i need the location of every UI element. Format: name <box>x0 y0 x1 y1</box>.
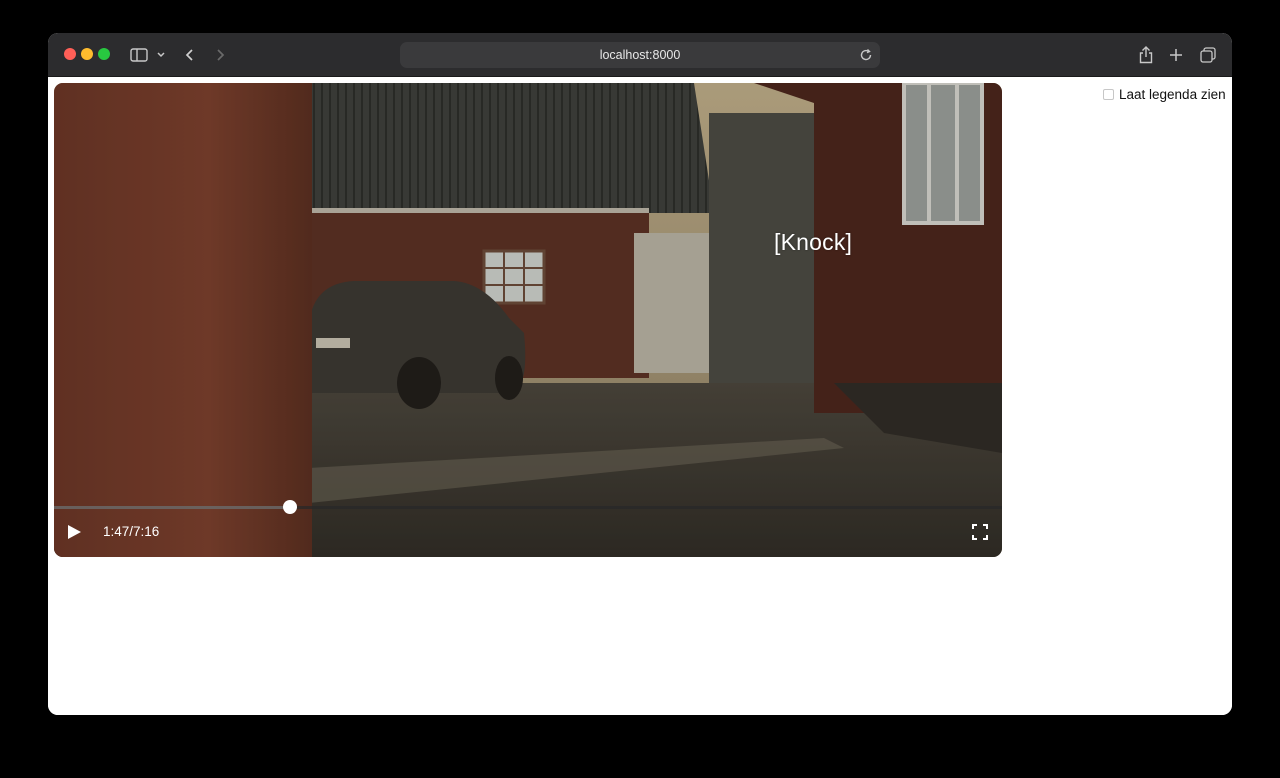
close-window-button[interactable] <box>64 48 76 60</box>
time-display: 1:47/7:16 <box>103 524 160 539</box>
browser-toolbar: localhost:8000 <box>48 33 1232 77</box>
legend-checkbox[interactable] <box>1103 89 1114 100</box>
back-icon[interactable] <box>182 33 198 77</box>
tabs-overview-icon[interactable] <box>1198 33 1218 77</box>
sidebar-icon[interactable] <box>128 33 150 77</box>
video-frame <box>54 83 1002 557</box>
share-icon[interactable] <box>1136 33 1156 77</box>
progress-thumb[interactable] <box>283 500 298 514</box>
new-tab-icon[interactable] <box>1166 33 1186 77</box>
chevron-down-icon[interactable] <box>154 33 168 77</box>
subtitle-caption: [Knock] <box>774 229 853 255</box>
maximize-window-button[interactable] <box>98 48 110 60</box>
play-icon[interactable] <box>66 524 82 540</box>
progress-fill <box>54 506 291 509</box>
browser-window: localhost:8000 [Knock] 1:47/7:16 Laat le… <box>48 33 1232 715</box>
forward-icon[interactable] <box>212 33 228 77</box>
page-content: [Knock] 1:47/7:16 Laat legenda zien <box>48 77 1232 715</box>
minimize-window-button[interactable] <box>81 48 93 60</box>
legend-toggle[interactable]: Laat legenda zien <box>1103 87 1226 102</box>
fullscreen-icon[interactable] <box>972 524 988 540</box>
legend-toggle-label: Laat legenda zien <box>1119 87 1226 102</box>
url-text: localhost:8000 <box>599 48 681 62</box>
progress-bar[interactable] <box>54 500 1002 514</box>
reload-icon[interactable] <box>858 47 874 63</box>
video-player[interactable]: [Knock] 1:47/7:16 <box>54 83 1002 557</box>
address-bar[interactable]: localhost:8000 <box>400 42 880 68</box>
